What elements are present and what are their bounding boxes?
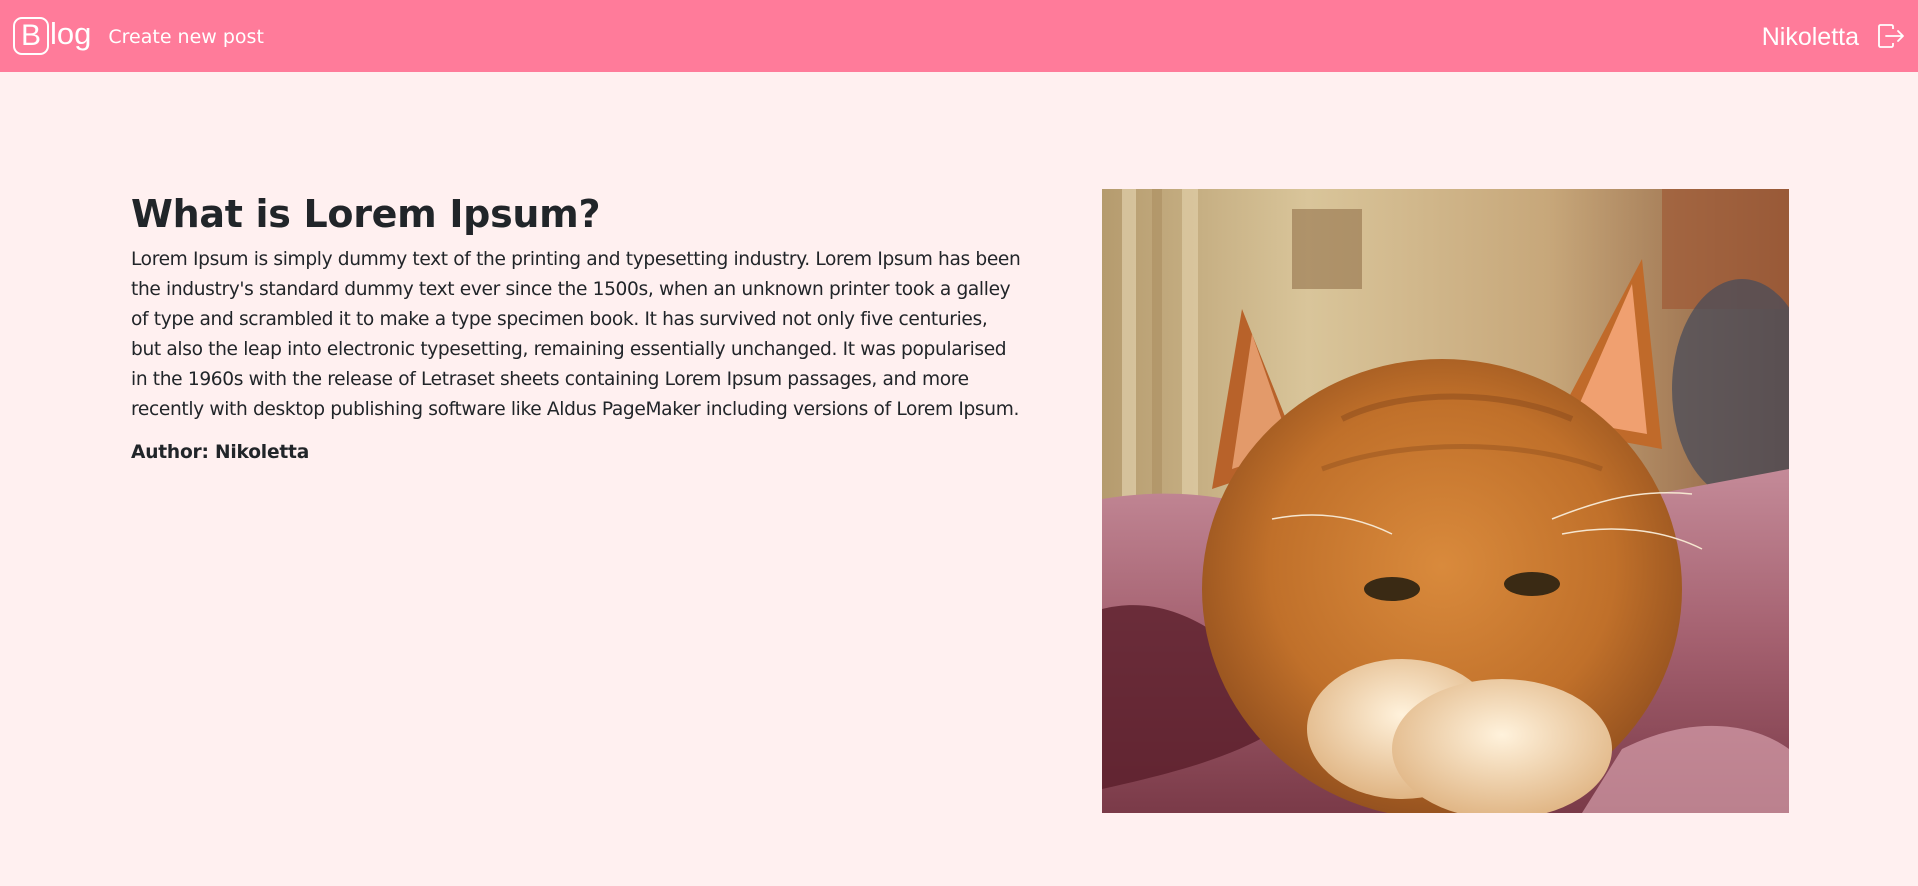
post-image-cat xyxy=(1102,189,1789,813)
post-title: What is Lorem Ipsum? xyxy=(131,192,601,236)
logout-button[interactable] xyxy=(1876,21,1906,51)
post-author: Author: Nikoletta xyxy=(131,442,310,463)
nav-user-area: Nikoletta xyxy=(1762,20,1906,52)
post-body: Lorem Ipsum is simply dummy text of the … xyxy=(131,249,1021,420)
username-label: Nikoletta xyxy=(1761,23,1859,51)
box-arrow-right-icon xyxy=(1877,24,1904,48)
post-content: What is Lorem Ipsum? Lorem Ipsum is simp… xyxy=(131,186,1021,468)
brand-logo-text: log xyxy=(50,16,92,51)
brand-logo-letter: B xyxy=(13,17,49,55)
top-navbar: B log Create new post Nikoletta xyxy=(0,0,1918,72)
brand-logo-link[interactable]: B log xyxy=(13,17,91,55)
create-new-post-link[interactable]: Create new post xyxy=(108,26,264,48)
